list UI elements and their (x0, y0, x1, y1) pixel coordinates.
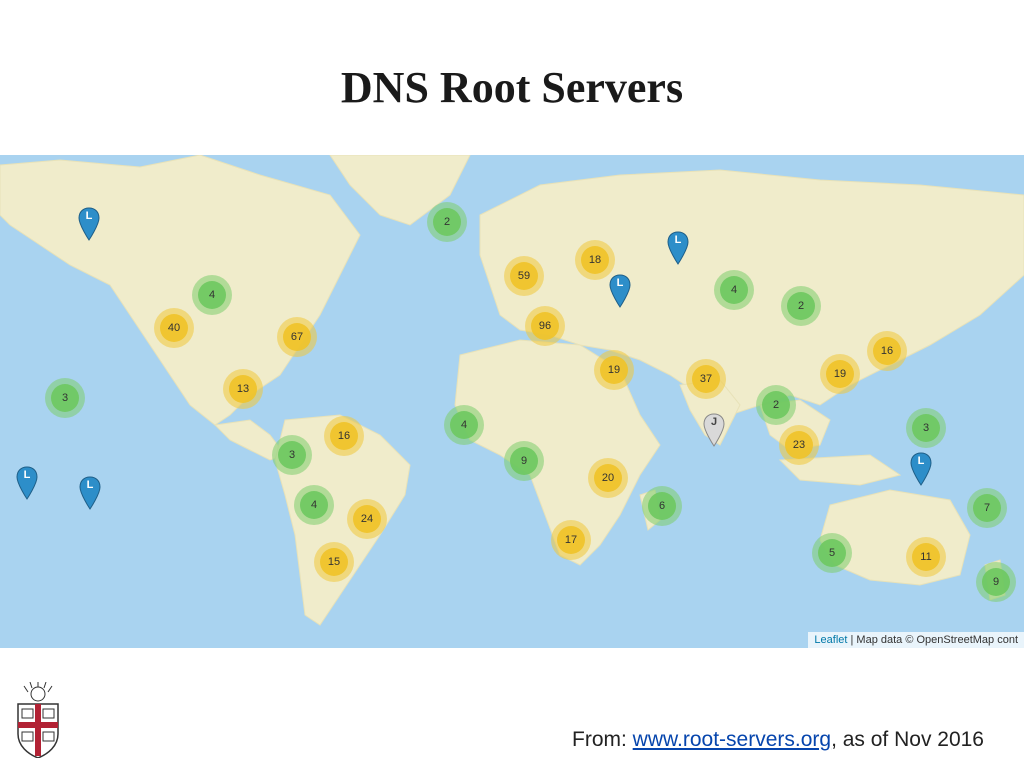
cluster-count: 40 (160, 314, 188, 342)
server-cluster-marker[interactable]: 16 (867, 331, 907, 371)
server-cluster-marker[interactable]: 4 (714, 270, 754, 310)
server-cluster-marker[interactable]: 96 (525, 306, 565, 346)
cluster-count: 9 (982, 568, 1010, 596)
server-cluster-marker[interactable]: 24 (347, 499, 387, 539)
university-shield-logo (17, 682, 59, 758)
map-attribution: Leaflet | Map data © OpenStreetMap cont (808, 632, 1024, 648)
cluster-count: 96 (531, 312, 559, 340)
cluster-count: 16 (330, 422, 358, 450)
citation-suffix: , as of Nov 2016 (831, 728, 984, 751)
server-cluster-marker[interactable]: 59 (504, 256, 544, 296)
server-cluster-marker[interactable]: 16 (324, 416, 364, 456)
cluster-count: 24 (353, 505, 381, 533)
attribution-text: | Map data © OpenStreetMap cont (850, 634, 1019, 646)
server-cluster-marker[interactable]: 19 (594, 350, 634, 390)
cluster-count: 4 (300, 491, 328, 519)
server-cluster-marker[interactable]: 67 (277, 317, 317, 357)
cluster-count: 6 (648, 492, 676, 520)
server-cluster-marker[interactable]: 2 (781, 286, 821, 326)
cluster-count: 20 (594, 464, 622, 492)
cluster-count: 11 (912, 543, 940, 571)
server-cluster-marker[interactable]: 40 (154, 308, 194, 348)
pin-label: L (86, 479, 94, 491)
cluster-count: 2 (787, 292, 815, 320)
map-pin-marker[interactable]: L (79, 476, 101, 510)
cluster-count: 18 (581, 246, 609, 274)
server-cluster-marker[interactable]: 6 (642, 486, 682, 526)
cluster-count: 4 (720, 276, 748, 304)
server-cluster-marker[interactable]: 15 (314, 542, 354, 582)
pin-label: L (85, 210, 93, 222)
pin-label: J (710, 416, 718, 428)
cluster-count: 2 (433, 208, 461, 236)
cluster-count: 16 (873, 337, 901, 365)
server-cluster-marker[interactable]: 7 (967, 488, 1007, 528)
map-pin-marker[interactable]: L (910, 452, 932, 486)
server-cluster-marker[interactable]: 11 (906, 537, 946, 577)
cluster-count: 4 (198, 281, 226, 309)
server-cluster-marker[interactable]: 2 (756, 385, 796, 425)
pin-label: L (674, 234, 682, 246)
cluster-count: 67 (283, 323, 311, 351)
map-pin-marker[interactable]: J (703, 413, 725, 447)
server-cluster-marker[interactable]: 2 (427, 202, 467, 242)
cluster-count: 37 (692, 365, 720, 393)
cluster-count: 7 (973, 494, 1001, 522)
cluster-count: 9 (510, 447, 538, 475)
cluster-count: 19 (600, 356, 628, 384)
server-cluster-marker[interactable]: 23 (779, 425, 819, 465)
land-masses (0, 155, 1024, 626)
leaflet-link[interactable]: Leaflet (814, 634, 847, 646)
map-pin-marker[interactable]: L (667, 231, 689, 265)
citation-prefix: From: (572, 728, 633, 751)
server-cluster-marker[interactable]: 20 (588, 458, 628, 498)
cluster-count: 3 (912, 414, 940, 442)
pin-label: L (917, 455, 925, 467)
server-cluster-marker[interactable]: 3 (906, 408, 946, 448)
cluster-count: 5 (818, 539, 846, 567)
map-pin-marker[interactable]: L (609, 274, 631, 308)
pin-label: L (616, 277, 624, 289)
server-cluster-marker[interactable]: 5 (812, 533, 852, 573)
cluster-count: 4 (450, 411, 478, 439)
server-cluster-marker[interactable]: 13 (223, 369, 263, 409)
cluster-count: 2 (762, 391, 790, 419)
world-map[interactable]: 2 4 40 67 13 3 16 3 4 24 15 59 18 96 19 … (0, 155, 1024, 648)
server-cluster-marker[interactable]: 4 (192, 275, 232, 315)
server-cluster-marker[interactable]: 4 (444, 405, 484, 445)
slide-title: DNS Root Servers (340, 63, 684, 112)
cluster-count: 3 (278, 441, 306, 469)
map-pin-marker[interactable]: L (16, 466, 38, 500)
root-servers-link[interactable]: www.root-servers.org (633, 728, 831, 751)
cluster-count: 17 (557, 526, 585, 554)
cluster-count: 59 (510, 262, 538, 290)
cluster-count: 13 (229, 375, 257, 403)
cluster-count: 15 (320, 548, 348, 576)
cluster-count: 19 (826, 360, 854, 388)
server-cluster-marker[interactable]: 9 (504, 441, 544, 481)
map-pin-marker[interactable]: L (78, 207, 100, 241)
server-cluster-marker[interactable]: 37 (686, 359, 726, 399)
server-cluster-marker[interactable]: 4 (294, 485, 334, 525)
server-cluster-marker[interactable]: 19 (820, 354, 860, 394)
source-citation: From: www.root-servers.org, as of Nov 20… (572, 728, 984, 752)
cluster-count: 3 (51, 384, 79, 412)
cluster-count: 23 (785, 431, 813, 459)
pin-label: L (23, 469, 31, 481)
server-cluster-marker[interactable]: 9 (976, 562, 1016, 602)
server-cluster-marker[interactable]: 3 (272, 435, 312, 475)
server-cluster-marker[interactable]: 3 (45, 378, 85, 418)
server-cluster-marker[interactable]: 17 (551, 520, 591, 560)
